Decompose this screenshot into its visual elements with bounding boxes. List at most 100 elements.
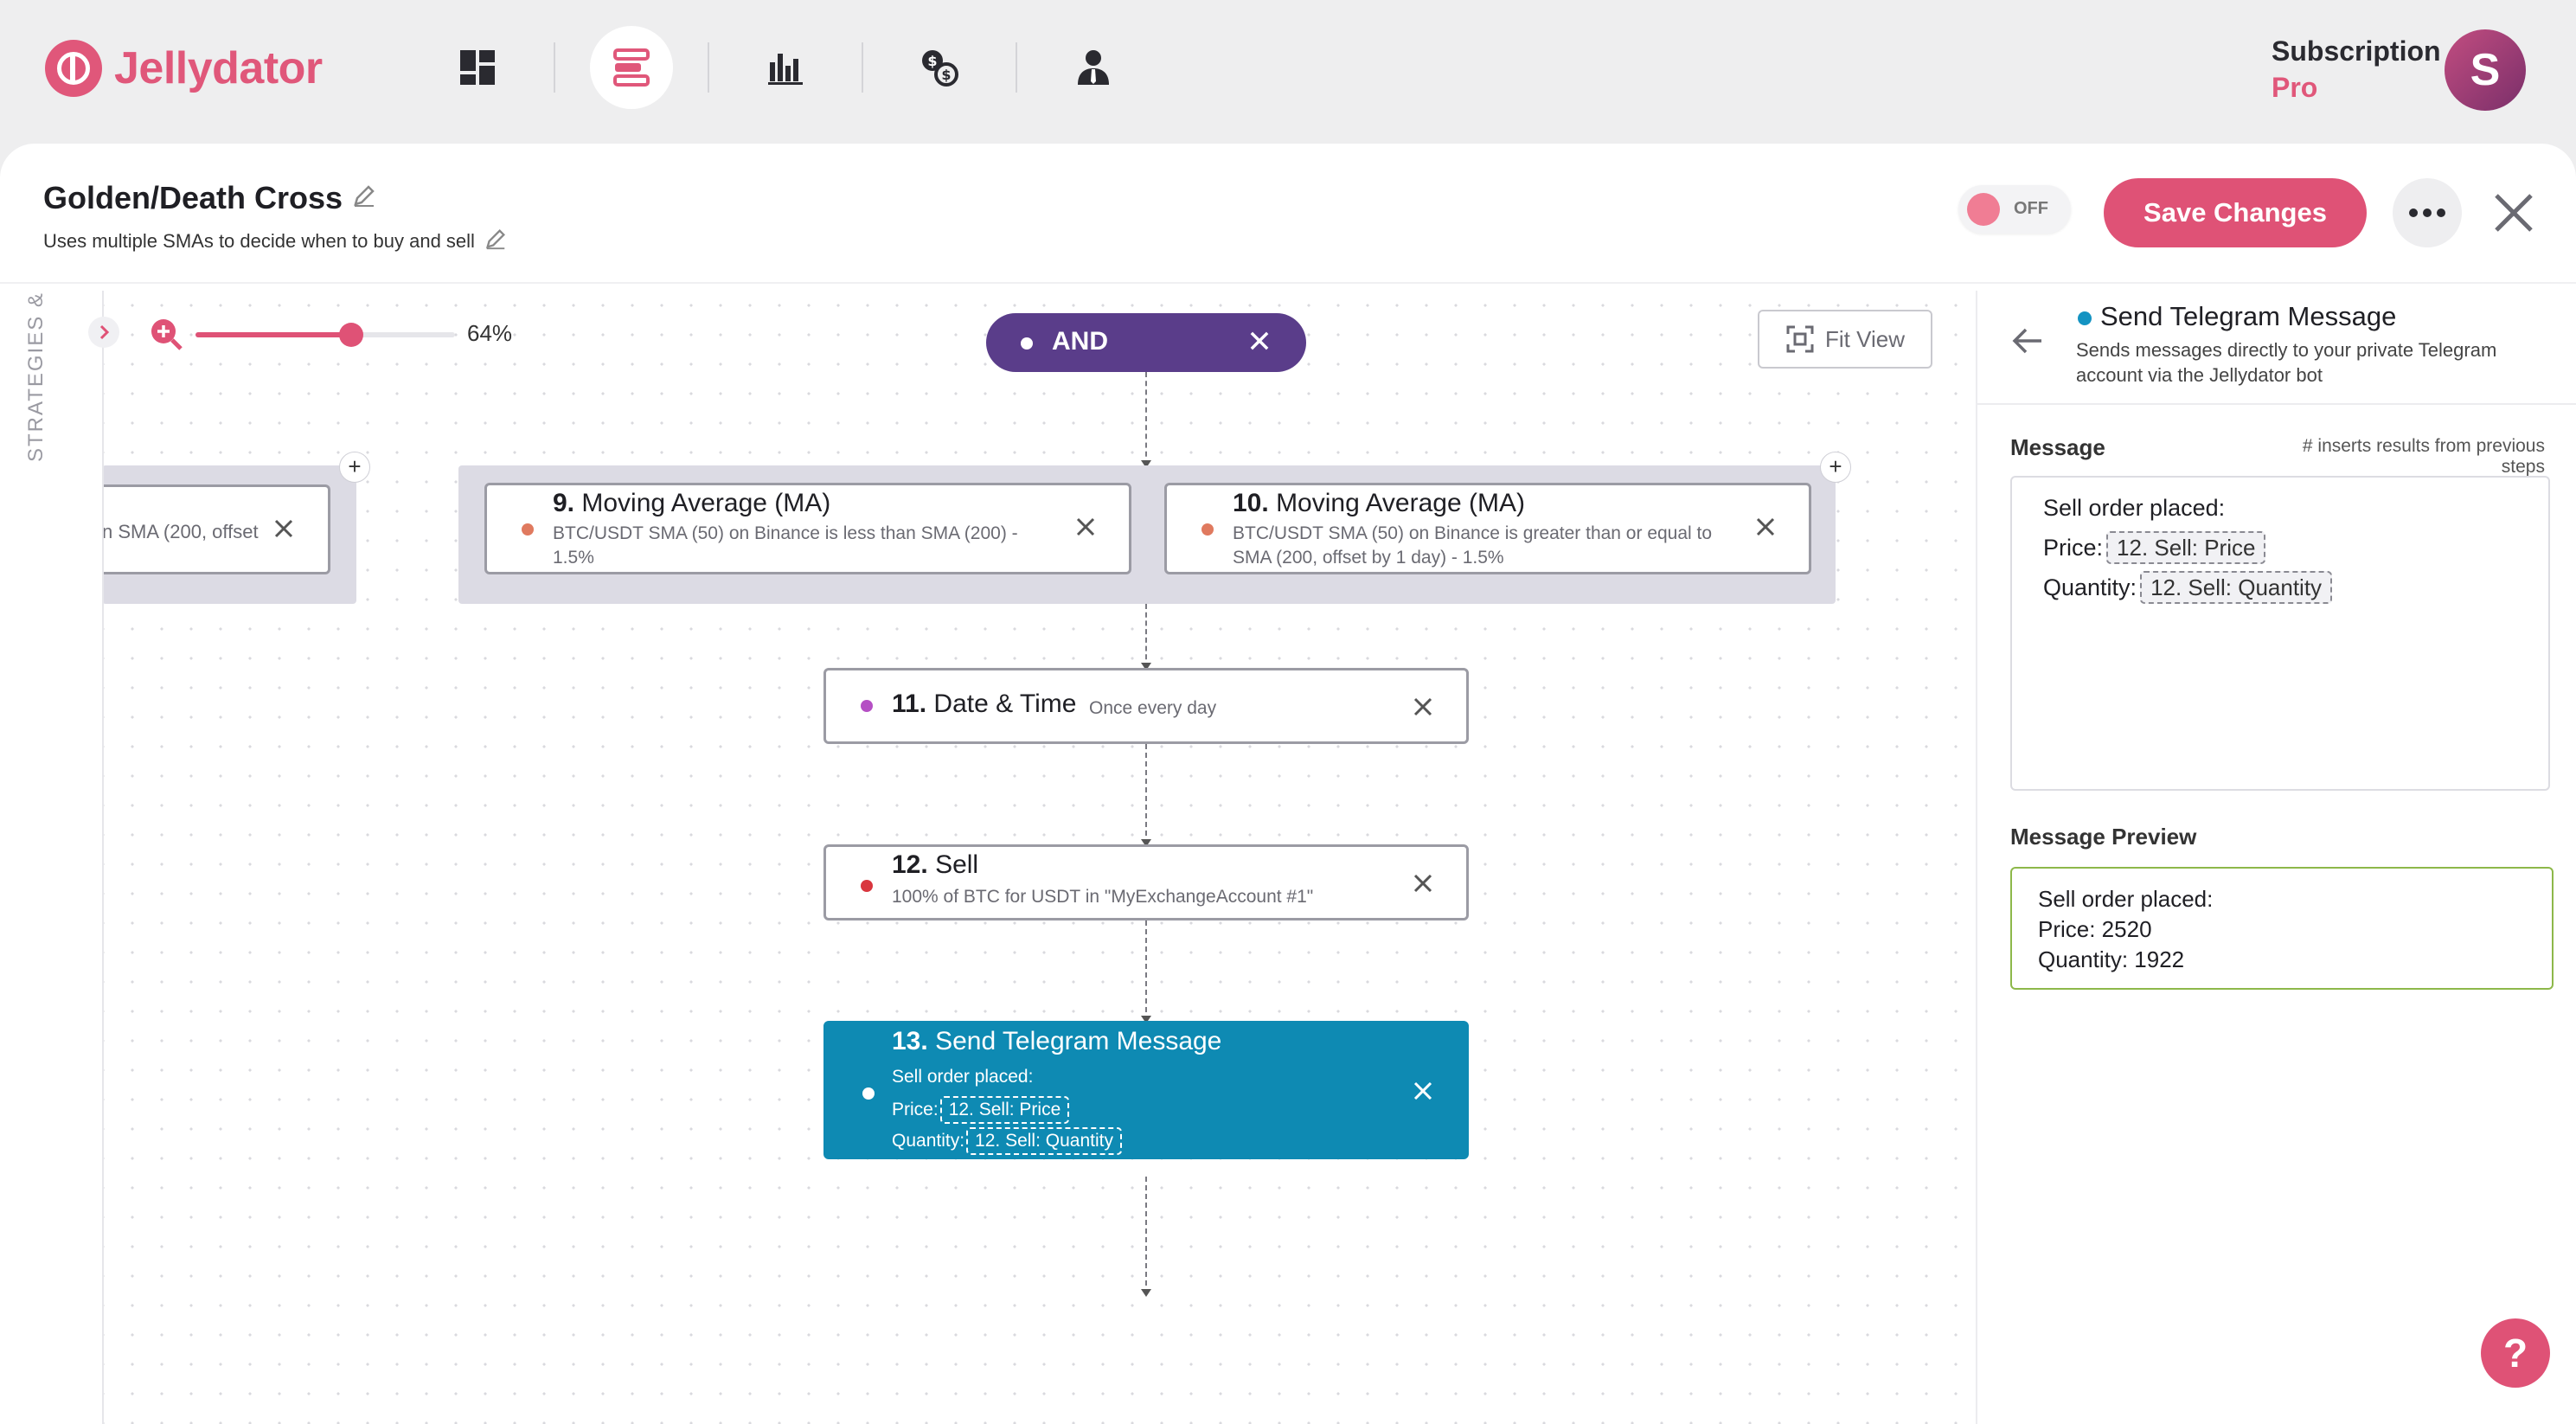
message-line: Sell order placed: — [2043, 495, 2226, 521]
connector — [1145, 744, 1147, 844]
close-icon[interactable] — [1246, 327, 1273, 355]
panel-status-dot — [2078, 311, 2092, 325]
node-status-dot — [1021, 337, 1033, 350]
node-moving-average-9[interactable]: 9. Moving Average (MA) BTC/USDT SMA (50)… — [484, 483, 1131, 574]
avatar[interactable]: S — [2445, 29, 2526, 111]
add-node-button[interactable]: + — [1820, 452, 1851, 483]
nav-stats-button[interactable] — [744, 26, 827, 109]
edit-title-icon[interactable] — [351, 180, 377, 216]
more-icon — [2409, 208, 2445, 217]
node-description: BTC/USDT SMA (50) on Binance is less tha… — [553, 523, 1018, 568]
node-status-dot — [861, 880, 873, 892]
node-status-dot — [522, 523, 534, 536]
edit-description-icon[interactable] — [484, 227, 508, 256]
node-message-price: Price: 12. Sell: Price — [892, 1096, 1070, 1124]
panel-title: Send Telegram Message — [2100, 301, 2397, 331]
connector — [1145, 1177, 1147, 1294]
strategy-title-row: Golden/Death Cross — [43, 180, 377, 216]
fit-view-button[interactable]: Fit View — [1758, 310, 1932, 369]
node-title: 11. Date & Time — [892, 690, 1077, 718]
preview-line: Sell order placed: — [2038, 886, 2214, 912]
connector — [1145, 604, 1147, 668]
node-title: 12. Sell — [892, 850, 979, 879]
connector-arrow — [1141, 1289, 1151, 1297]
node-status-dot — [1201, 523, 1214, 536]
flow-canvas[interactable]: n SMA (200, offset + 9. Moving Average (… — [0, 291, 1976, 1424]
node-title: 9. Moving Average (MA) — [553, 489, 831, 517]
zoom-level: 64% — [467, 320, 513, 346]
logo[interactable]: Jellydator — [45, 40, 323, 97]
connector — [1145, 372, 1147, 465]
back-arrow-icon[interactable] — [2009, 322, 2047, 360]
close-icon[interactable] — [1753, 515, 1778, 539]
nav-icons: $ $ — [436, 26, 1135, 109]
save-changes-button[interactable]: Save Changes — [2104, 178, 2367, 247]
templates-sidebar-label: STRATEGIES & TEMPLATES — [24, 291, 48, 462]
strategy-title: Golden/Death Cross — [43, 180, 343, 215]
close-icon[interactable] — [272, 516, 296, 541]
close-icon[interactable] — [1411, 695, 1435, 719]
node-status-dot — [862, 1087, 875, 1100]
partial-node[interactable]: n SMA (200, offset — [102, 484, 330, 574]
preview-line: Quantity: 1922 — [2038, 946, 2185, 972]
toggle-knob — [1967, 193, 2000, 226]
message-editor[interactable]: Sell order placed: Price: 12. Sell: Price… — [2010, 476, 2550, 791]
nav-exchange-button[interactable]: $ $ — [898, 26, 981, 109]
fit-view-icon — [1786, 325, 1814, 353]
nav-account-button[interactable] — [1052, 26, 1135, 109]
message-hint: # inserts results from previous steps — [2302, 436, 2545, 477]
nav-dashboard-button[interactable] — [436, 26, 519, 109]
strategy-description-row: Uses multiple SMAs to decide when to buy… — [43, 227, 508, 256]
nav-separator — [862, 42, 863, 93]
close-icon[interactable] — [1411, 1079, 1435, 1103]
expand-sidebar-button[interactable] — [88, 317, 119, 348]
logo-icon — [45, 40, 102, 97]
quantity-variable-chip: 12. Sell: Quantity — [966, 1127, 1122, 1155]
message-price-line: Price: 12. Sell: Price — [2043, 531, 2266, 564]
chevron-right-icon — [99, 324, 110, 340]
zoom-slider-thumb[interactable] — [339, 323, 363, 347]
price-variable-chip[interactable]: 12. Sell: Price — [2106, 531, 2266, 564]
zoom-slider-fill — [195, 332, 351, 337]
nav-strategies-button[interactable] — [590, 26, 673, 109]
condition-group: 9. Moving Average (MA) BTC/USDT SMA (50)… — [458, 465, 1836, 604]
node-description: 100% of BTC for USDT in "MyExchangeAccou… — [892, 887, 1314, 907]
svg-text:$: $ — [941, 67, 951, 83]
strategy-active-toggle[interactable]: OFF — [1958, 185, 2071, 234]
subscription-info[interactable]: Subscription Pro — [2272, 33, 2441, 106]
help-button[interactable]: ? — [2481, 1318, 2550, 1388]
node-sell-12[interactable]: 12. Sell 100% of BTC for USDT in "MyExch… — [823, 844, 1469, 920]
logo-text: Jellydator — [114, 43, 323, 93]
partial-node-description: n SMA (200, offset — [102, 521, 259, 542]
close-icon[interactable] — [1073, 515, 1098, 539]
top-navigation: Jellydator $ $ Subscription Pro S — [0, 0, 2576, 144]
message-preview: Sell order placed: Price: 2520 Quantity:… — [2010, 867, 2554, 990]
close-icon — [2495, 194, 2533, 232]
and-operator-node[interactable]: AND — [986, 313, 1306, 372]
message-quantity-line: Quantity: 12. Sell: Quantity — [2043, 571, 2333, 604]
dashboard-icon — [460, 50, 495, 85]
node-status-dot — [861, 700, 873, 712]
node-send-telegram-13[interactable]: 13. Send Telegram Message Sell order pla… — [823, 1021, 1469, 1159]
close-editor-button[interactable] — [2488, 187, 2540, 239]
message-label: Message — [2010, 434, 2105, 460]
price-variable-chip: 12. Sell: Price — [939, 1096, 1070, 1124]
step-details-panel: Send Telegram Message Sends messages dir… — [1976, 291, 2576, 1424]
quantity-variable-chip[interactable]: 12. Sell: Quantity — [2140, 571, 2333, 604]
preview-line: Price: 2520 — [2038, 916, 2152, 942]
node-title: 13. Send Telegram Message — [892, 1027, 1222, 1055]
more-options-button[interactable] — [2393, 178, 2462, 247]
exchange-icon: $ $ — [922, 50, 958, 87]
zoom-in-icon[interactable] — [149, 317, 183, 351]
fit-view-label: Fit View — [1825, 325, 1905, 352]
node-description: Once every day — [1089, 698, 1217, 718]
node-message-quantity: Quantity: 12. Sell: Quantity — [892, 1127, 1122, 1155]
zoom-slider[interactable] — [195, 323, 455, 347]
header-divider — [0, 282, 2576, 284]
close-icon[interactable] — [1411, 871, 1435, 895]
node-moving-average-10[interactable]: 10. Moving Average (MA) BTC/USDT SMA (50… — [1164, 483, 1811, 574]
templates-sidebar[interactable]: STRATEGIES & TEMPLATES — [0, 291, 104, 1424]
add-node-button[interactable]: + — [339, 452, 370, 483]
node-date-time-11[interactable]: 11. Date & Time Once every day — [823, 668, 1469, 744]
panel-description: Sends messages directly to your private … — [2076, 339, 2497, 386]
